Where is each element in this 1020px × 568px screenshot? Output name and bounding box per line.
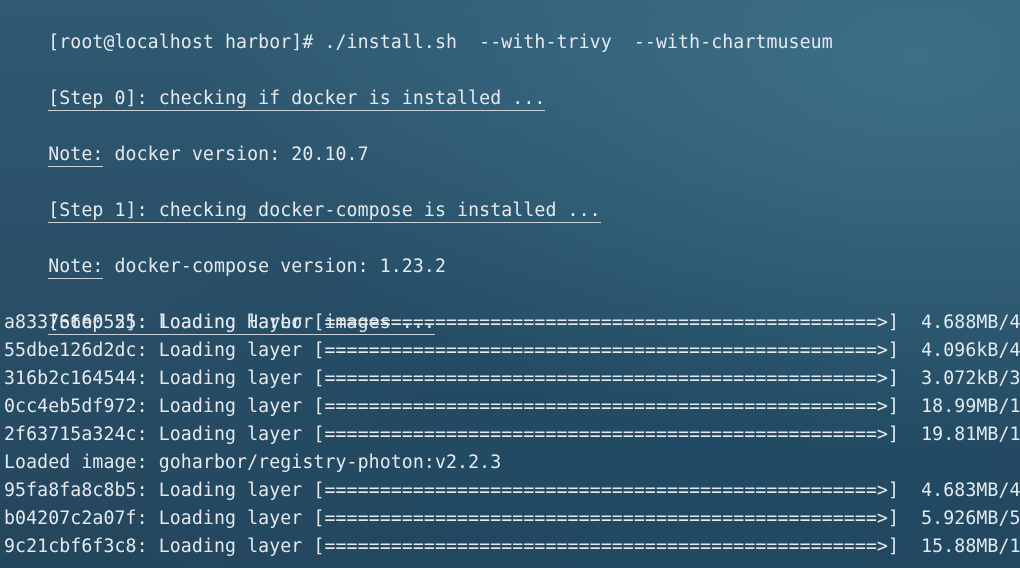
loaded-image-line: Loaded image: goharbor/registry-photon:v… [4,452,502,473]
command-line: [root@localhost harbor]# ./install.sh --… [4,1,833,53]
note-1-line: Note: docker-compose version: 1.23.2 [4,225,446,279]
layer-line: 55dbe126d2dc: Loading layer [===========… [4,340,1020,361]
layer-line: 316b2c164544: Loading layer [===========… [4,368,1020,389]
step-2-line: [Step 2]: loading Harbor images ... [4,281,435,335]
note-1-text: docker-compose version: 1.23.2 [103,256,446,277]
note-0-text: docker version: 20.10.7 [103,144,369,165]
layer-line: 95fa8fa8c8b5: Loading layer [===========… [4,480,1020,501]
terminal-window[interactable]: [root@localhost harbor]# ./install.sh --… [0,0,1020,568]
note-0-label: Note: [48,144,104,167]
layer-line: 0cc4eb5df972: Loading layer [===========… [4,396,1020,417]
note-0-line: Note: docker version: 20.10.7 [4,113,369,167]
shell-command: ./install.sh --with-trivy --with-chartmu… [324,32,833,53]
step-1-line: [Step 1]: checking docker-compose is ins… [4,169,601,223]
layer-line: 2f63715a324c: Loading layer [===========… [4,424,1020,445]
layer-line: a83376660555: Loading layer [===========… [4,312,1020,333]
layer-line: b04207c2a07f: Loading layer [===========… [4,508,1020,529]
note-1-label: Note: [48,256,104,279]
step-1-text: [Step 1]: checking docker-compose is ins… [48,200,601,223]
step-0-text: [Step 0]: checking if docker is installe… [48,88,546,111]
step-0-line: [Step 0]: checking if docker is installe… [4,57,546,111]
shell-prompt: [root@localhost harbor]# [48,32,325,53]
layer-line: 9c21cbf6f3c8: Loading layer [===========… [4,536,1020,557]
